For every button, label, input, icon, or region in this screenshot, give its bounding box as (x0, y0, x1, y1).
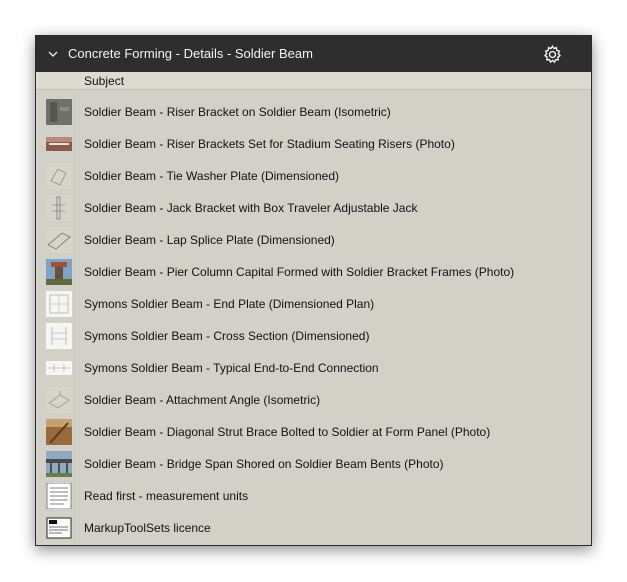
list-item[interactable]: Symons Soldier Beam - Typical End-to-End… (36, 352, 591, 384)
tool-label: Soldier Beam - Lap Splice Plate (Dimensi… (84, 233, 335, 247)
tool-set-panel: Concrete Forming - Details - Soldier Bea… (35, 35, 592, 546)
list-item[interactable]: Symons Soldier Beam - End Plate (Dimensi… (36, 288, 591, 320)
list-item[interactable]: Soldier Beam - Attachment Angle (Isometr… (36, 384, 591, 416)
tool-label: Soldier Beam - Tie Washer Plate (Dimensi… (84, 169, 339, 183)
list-item[interactable]: Soldier Beam - Riser Bracket on Soldier … (36, 96, 591, 128)
panel-title: Concrete Forming - Details - Soldier Bea… (68, 46, 313, 61)
tool-thumbnail-icon (46, 387, 72, 413)
tool-thumbnail-icon (46, 419, 72, 445)
tool-thumbnail-icon (46, 517, 72, 539)
list-item[interactable]: Soldier Beam - Bridge Span Shored on Sol… (36, 448, 591, 480)
tool-label: Soldier Beam - Bridge Span Shored on Sol… (84, 457, 444, 471)
tool-thumbnail-icon (46, 451, 72, 477)
tool-label: Symons Soldier Beam - Typical End-to-End… (84, 361, 379, 375)
list-item[interactable]: Soldier Beam - Lap Splice Plate (Dimensi… (36, 224, 591, 256)
tool-list: Soldier Beam - Riser Bracket on Soldier … (36, 96, 591, 544)
tool-label: MarkupToolSets licence (84, 521, 211, 535)
tool-label: Symons Soldier Beam - End Plate (Dimensi… (84, 297, 375, 311)
list-item[interactable]: Soldier Beam - Diagonal Strut Brace Bolt… (36, 416, 591, 448)
tool-label: Symons Soldier Beam - Cross Section (Dim… (84, 329, 370, 343)
list-item[interactable]: Symons Soldier Beam - Cross Section (Dim… (36, 320, 591, 352)
tool-thumbnail-icon (46, 483, 72, 509)
tool-thumbnail-icon (46, 361, 72, 375)
subject-column-header[interactable]: Subject (84, 74, 124, 88)
tool-thumbnail-icon (46, 99, 72, 125)
tool-label: Soldier Beam - Riser Brackets Set for St… (84, 137, 455, 151)
tool-label: Soldier Beam - Diagonal Strut Brace Bolt… (84, 425, 491, 439)
tool-thumbnail-icon (46, 137, 72, 151)
tool-thumbnail-icon (46, 291, 72, 317)
tool-thumbnail-icon (46, 195, 72, 221)
tool-label: Read first - measurement units (84, 489, 249, 503)
list-item[interactable]: Soldier Beam - Tie Washer Plate (Dimensi… (36, 160, 591, 192)
tool-label: Soldier Beam - Jack Bracket with Box Tra… (84, 201, 418, 215)
tool-thumbnail-icon (46, 259, 72, 285)
tool-label: Soldier Beam - Attachment Angle (Isometr… (84, 393, 321, 407)
tool-label: Soldier Beam - Riser Bracket on Soldier … (84, 105, 391, 119)
panel-title-bar[interactable]: Concrete Forming - Details - Soldier Bea… (36, 36, 591, 72)
tool-thumbnail-icon (46, 227, 72, 253)
tool-label: Soldier Beam - Pier Column Capital Forme… (84, 265, 515, 279)
chevron-down-icon[interactable] (47, 48, 59, 60)
list-item[interactable]: Soldier Beam - Pier Column Capital Forme… (36, 256, 591, 288)
list-item[interactable]: Soldier Beam - Jack Bracket with Box Tra… (36, 192, 591, 224)
list-item[interactable]: Soldier Beam - Riser Brackets Set for St… (36, 128, 591, 160)
column-header-row[interactable]: Subject (36, 72, 591, 90)
list-item[interactable]: MarkupToolSets licence (36, 512, 591, 544)
tool-thumbnail-icon (46, 323, 72, 349)
tool-thumbnail-icon (46, 163, 72, 189)
list-item[interactable]: Read first - measurement units (36, 480, 591, 512)
gear-icon[interactable] (542, 44, 563, 65)
